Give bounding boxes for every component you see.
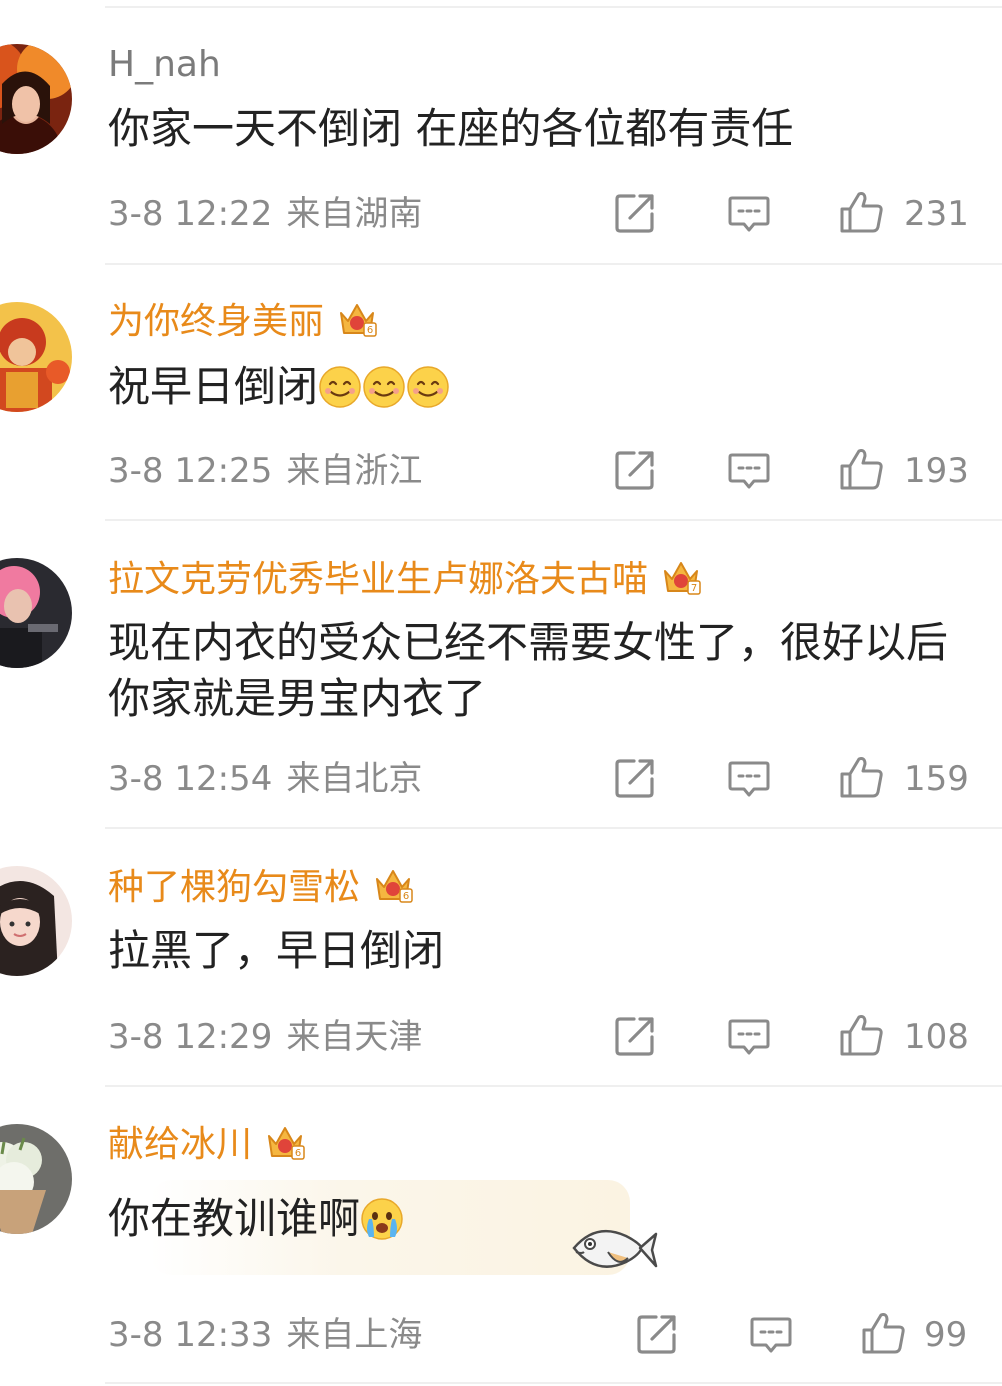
comment-text: 你家一天不倒闭 在座的各位都有责任 — [108, 104, 794, 153]
comment-icon[interactable] — [748, 1311, 794, 1357]
comment-icon[interactable] — [726, 1013, 772, 1059]
like-count: 231 — [904, 194, 969, 234]
svg-text:6: 6 — [403, 891, 409, 902]
smile-emoji-icon — [406, 365, 450, 409]
crown-badge-icon: 6 — [264, 1122, 306, 1162]
comment-meta: 3-8 12:29 来自天津 — [108, 1017, 422, 1057]
crown-badge-icon: 6 — [372, 865, 414, 905]
comment-meta: 3-8 12:54 来自北京 — [108, 759, 422, 799]
username[interactable]: 拉文克劳优秀毕业生卢娜洛夫古喵 7 — [108, 557, 702, 602]
comment-icon[interactable] — [726, 755, 772, 801]
location: 来自北京 — [286, 759, 423, 799]
username[interactable]: H_nah — [108, 43, 221, 87]
smile-emoji-icon — [318, 365, 362, 409]
crown-badge-icon: 7 — [660, 557, 702, 597]
comment-meta: 3-8 12:33 来自上海 — [108, 1315, 422, 1355]
like-count: 108 — [904, 1017, 969, 1057]
comment-text: 现在内衣的受众已经不需要女性了，很好以后你家就是男宝内衣了 — [108, 618, 949, 723]
location: 来自天津 — [286, 1017, 423, 1057]
username[interactable]: 种了棵狗勾雪松 6 — [108, 865, 414, 910]
comment-list: H_nah 你家一天不倒闭 在座的各位都有责任 3-8 12:22 来自湖南 23… — [0, 0, 1002, 1386]
share-icon[interactable] — [612, 755, 658, 801]
thumbs-up-icon[interactable] — [838, 1012, 884, 1058]
svg-text:6: 6 — [295, 1148, 301, 1159]
crying-emoji-icon — [360, 1197, 404, 1241]
comment-icon[interactable] — [726, 447, 772, 493]
share-icon[interactable] — [612, 190, 658, 236]
comment-meta: 3-8 12:22 来自湖南 — [108, 194, 422, 234]
comment-icon[interactable] — [726, 190, 772, 236]
share-icon[interactable] — [612, 1013, 658, 1059]
avatar[interactable] — [0, 558, 72, 668]
username-text: 献给冰川 — [108, 1124, 253, 1165]
location: 来自上海 — [286, 1315, 423, 1355]
smile-emoji-icon — [362, 365, 406, 409]
location: 来自湖南 — [286, 194, 423, 234]
thumbs-up-icon[interactable] — [860, 1310, 906, 1356]
location: 来自浙江 — [286, 451, 423, 491]
svg-text:7: 7 — [691, 583, 697, 594]
username-text: 为你终身美丽 — [108, 301, 325, 342]
comment-text-content: 你在教训谁啊 — [108, 1194, 361, 1243]
comment-text: 祝早日倒闭 — [108, 359, 978, 415]
username[interactable]: 献给冰川 6 — [108, 1122, 306, 1167]
divider — [105, 6, 1002, 8]
timestamp: 3-8 12:22 — [108, 194, 273, 234]
comment-meta: 3-8 12:25 来自浙江 — [108, 451, 422, 491]
divider — [105, 827, 1002, 829]
divider — [105, 263, 1002, 265]
comment-text: 拉黑了，早日倒闭 — [108, 926, 445, 975]
timestamp: 3-8 12:54 — [108, 759, 273, 799]
thumbs-up-icon[interactable] — [838, 189, 884, 235]
svg-text:6: 6 — [367, 325, 373, 336]
thumbs-up-icon[interactable] — [838, 446, 884, 492]
like-count: 99 — [924, 1315, 968, 1355]
username-text: 拉文克劳优秀毕业生卢娜洛夫古喵 — [108, 559, 649, 600]
avatar[interactable] — [0, 866, 72, 976]
like-count: 159 — [904, 759, 969, 799]
like-count: 193 — [904, 451, 969, 491]
avatar[interactable] — [0, 44, 72, 154]
divider — [105, 1085, 1002, 1087]
divider — [105, 519, 1002, 521]
timestamp: 3-8 12:25 — [108, 451, 273, 491]
avatar[interactable] — [0, 1124, 72, 1234]
divider — [105, 1382, 1002, 1384]
comment-text-content: 祝早日倒闭 — [108, 362, 319, 411]
username-text: 种了棵狗勾雪松 — [108, 867, 361, 908]
timestamp: 3-8 12:29 — [108, 1017, 273, 1057]
crown-badge-icon: 6 — [336, 299, 378, 339]
fish-sticker-icon — [568, 1218, 658, 1282]
comment-text: 你在教训谁啊 — [108, 1191, 978, 1247]
thumbs-up-icon[interactable] — [838, 754, 884, 800]
username[interactable]: 为你终身美丽 6 — [108, 299, 378, 344]
share-icon[interactable] — [634, 1311, 680, 1357]
share-icon[interactable] — [612, 447, 658, 493]
timestamp: 3-8 12:33 — [108, 1315, 273, 1355]
avatar[interactable] — [0, 302, 72, 412]
